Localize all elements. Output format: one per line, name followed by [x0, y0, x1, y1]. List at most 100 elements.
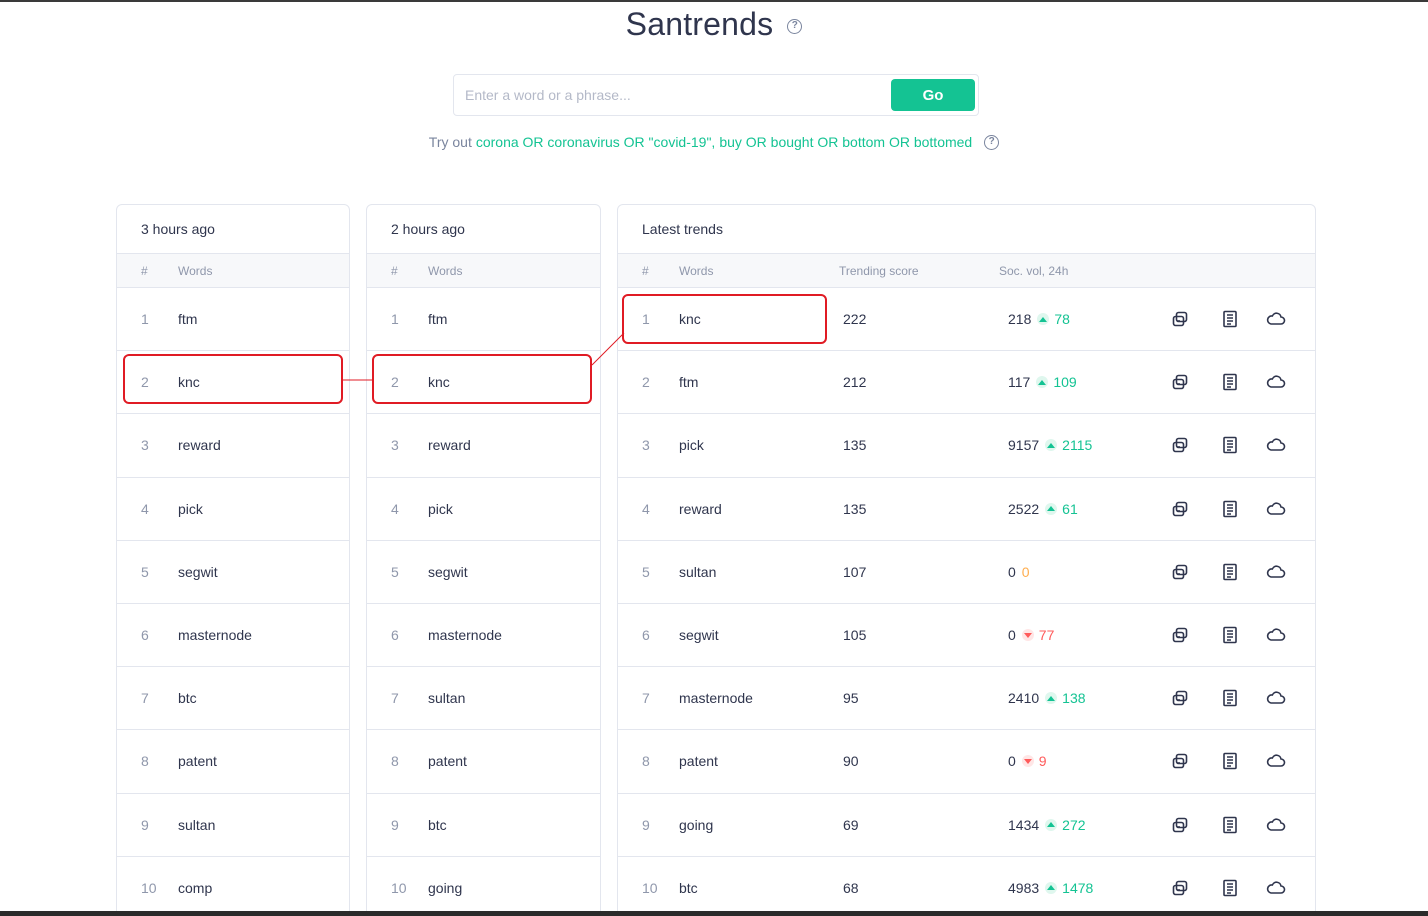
row-word[interactable]: patent [178, 753, 217, 769]
news-icon[interactable] [1220, 815, 1240, 835]
compare-icon[interactable] [1170, 499, 1190, 519]
compare-icon[interactable] [1170, 562, 1190, 582]
table-row[interactable]: 1 ftm [117, 288, 349, 352]
row-word[interactable]: reward [679, 501, 722, 517]
help-circle-icon[interactable]: ? [787, 18, 803, 34]
help-circle-icon[interactable]: ? [984, 134, 1000, 150]
table-row[interactable]: 2 knc [367, 351, 600, 415]
trend-row[interactable]: 10 btc 68 4983 1478 [618, 857, 1315, 916]
trend-row[interactable]: 1 knc 222 218 78 [618, 288, 1315, 352]
trend-row[interactable]: 9 going 69 1434 272 [618, 794, 1315, 857]
table-row[interactable]: 8 patent [367, 730, 600, 794]
row-word[interactable]: pick [178, 501, 203, 517]
word-cloud-icon[interactable] [1266, 625, 1286, 645]
row-rank: 2 [391, 374, 399, 391]
news-icon[interactable] [1220, 688, 1240, 708]
word-cloud-icon[interactable] [1266, 562, 1286, 582]
row-word[interactable]: ftm [679, 374, 698, 390]
social-volume: 4983 1478 [1008, 880, 1093, 896]
news-icon[interactable] [1220, 562, 1240, 582]
table-row[interactable]: 5 segwit [367, 541, 600, 604]
word-cloud-icon[interactable] [1266, 499, 1286, 519]
table-row[interactable]: 5 segwit [117, 541, 349, 604]
word-cloud-icon[interactable] [1266, 372, 1286, 392]
row-word[interactable]: knc [428, 374, 450, 390]
row-word[interactable]: patent [679, 753, 718, 769]
compare-icon[interactable] [1170, 751, 1190, 771]
row-word[interactable]: sultan [428, 690, 465, 706]
trend-row[interactable]: 2 ftm 212 117 109 [618, 351, 1315, 415]
row-word[interactable]: ftm [178, 311, 197, 327]
table-row[interactable]: 10 comp [117, 857, 349, 916]
row-word[interactable]: patent [428, 753, 467, 769]
news-icon[interactable] [1220, 499, 1240, 519]
table-row[interactable]: 4 pick [117, 478, 349, 541]
row-word[interactable]: ftm [428, 311, 447, 327]
row-word[interactable]: masternode [178, 627, 252, 643]
row-word[interactable]: comp [178, 880, 212, 896]
word-cloud-icon[interactable] [1266, 309, 1286, 329]
trend-row[interactable]: 7 masternode 95 2410 138 [618, 667, 1315, 731]
trend-row[interactable]: 4 reward 135 2522 61 [618, 478, 1315, 541]
word-cloud-icon[interactable] [1266, 751, 1286, 771]
trend-row[interactable]: 6 segwit 105 0 77 [618, 604, 1315, 668]
table-row[interactable]: 6 masternode [117, 604, 349, 668]
row-word[interactable]: pick [428, 501, 453, 517]
table-row[interactable]: 10 going [367, 857, 600, 916]
news-icon[interactable] [1220, 309, 1240, 329]
table-row[interactable]: 7 sultan [367, 667, 600, 731]
compare-icon[interactable] [1170, 309, 1190, 329]
news-icon[interactable] [1220, 878, 1240, 898]
row-word[interactable]: going [428, 880, 462, 896]
table-row[interactable]: 9 sultan [117, 794, 349, 857]
word-cloud-icon[interactable] [1266, 815, 1286, 835]
table-row[interactable]: 8 patent [117, 730, 349, 794]
row-word[interactable]: segwit [428, 564, 468, 580]
row-word[interactable]: pick [679, 437, 704, 453]
row-word[interactable]: segwit [679, 627, 719, 643]
row-word[interactable]: sultan [178, 817, 215, 833]
table-row[interactable]: 1 ftm [367, 288, 600, 352]
row-word[interactable]: knc [178, 374, 200, 390]
table-row[interactable]: 2 knc [117, 351, 349, 415]
row-word[interactable]: sultan [679, 564, 716, 580]
news-icon[interactable] [1220, 435, 1240, 455]
word-cloud-icon[interactable] [1266, 435, 1286, 455]
row-rank: 5 [391, 563, 399, 580]
table-row[interactable]: 6 masternode [367, 604, 600, 668]
search-input[interactable] [454, 75, 884, 115]
trend-row[interactable]: 5 sultan 107 0 0 [618, 541, 1315, 604]
news-icon[interactable] [1220, 625, 1240, 645]
row-word[interactable]: masternode [428, 627, 502, 643]
news-icon[interactable] [1220, 372, 1240, 392]
compare-icon[interactable] [1170, 372, 1190, 392]
news-icon[interactable] [1220, 751, 1240, 771]
table-row[interactable]: 3 reward [117, 414, 349, 478]
go-button[interactable]: Go [891, 79, 975, 111]
compare-icon[interactable] [1170, 815, 1190, 835]
row-word[interactable]: masternode [679, 690, 753, 706]
row-word[interactable]: segwit [178, 564, 218, 580]
row-word[interactable]: knc [679, 311, 701, 327]
row-word[interactable]: btc [428, 817, 447, 833]
page-title: Santrends [625, 5, 774, 42]
row-word[interactable]: reward [178, 437, 221, 453]
row-word[interactable]: btc [679, 880, 698, 896]
table-row[interactable]: 9 btc [367, 794, 600, 857]
word-cloud-icon[interactable] [1266, 688, 1286, 708]
example-query-link-1[interactable]: corona OR coronavirus OR "covid-19", [476, 134, 715, 150]
trend-row[interactable]: 8 patent 90 0 9 [618, 730, 1315, 794]
row-word[interactable]: btc [178, 690, 197, 706]
example-query-link-2[interactable]: buy OR bought OR bottom OR bottomed [719, 134, 972, 150]
table-row[interactable]: 4 pick [367, 478, 600, 541]
row-word[interactable]: going [679, 817, 713, 833]
compare-icon[interactable] [1170, 688, 1190, 708]
table-row[interactable]: 3 reward [367, 414, 600, 478]
trend-row[interactable]: 3 pick 135 9157 2115 [618, 414, 1315, 478]
table-row[interactable]: 7 btc [117, 667, 349, 731]
compare-icon[interactable] [1170, 878, 1190, 898]
row-word[interactable]: reward [428, 437, 471, 453]
compare-icon[interactable] [1170, 435, 1190, 455]
compare-icon[interactable] [1170, 625, 1190, 645]
word-cloud-icon[interactable] [1266, 878, 1286, 898]
